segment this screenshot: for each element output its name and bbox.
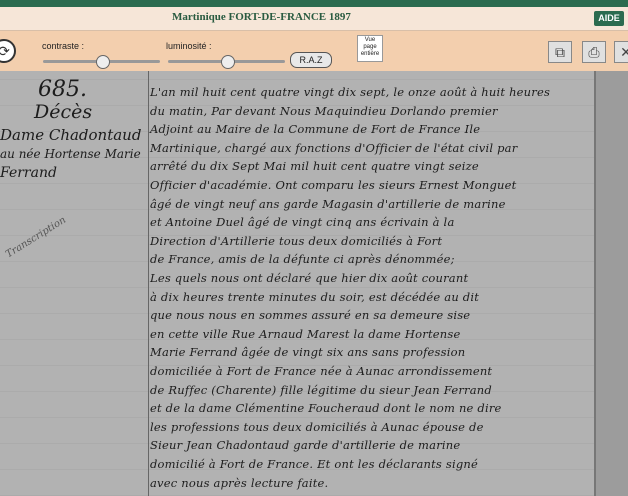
top-stripe [0,0,628,7]
text-line: à dix heures trente minutes du soir, est… [150,289,480,304]
text-line: du matin, Par devant Nous Maquindieu Dor… [150,103,498,118]
text-line: L'an mil huit cent quatre vingt dix sept… [150,85,551,99]
text-line: de Ruffec (Charente) fille légitime du s… [150,382,492,397]
text-line: domiciliée à Fort de France née à Aunac … [150,364,493,378]
text-line: les professions tous deux domiciliés à A… [150,419,484,434]
viewer-toolbar: ⟳ contraste : luminosité : R.A.Z [0,31,628,72]
contrast-label: contraste : [42,41,85,51]
text-line: Marie Ferrand âgée de vingt six ans sans… [150,345,466,360]
contrast-slider[interactable] [43,55,160,69]
margin-name-2: au née Hortense Marie [0,147,141,161]
text-line: domicilié à Fort de France. Et ont les d… [150,457,479,471]
margin-note: Transcription [4,214,69,261]
text-line: Sieur Jean Chadontaud garde d'artillerie… [150,438,461,453]
reset-button[interactable]: R.A.Z [290,52,332,68]
zoom-icon[interactable]: ⧉ [548,41,572,63]
text-line: et de la dame Clémentine Foucheraud dont… [150,401,502,416]
text-line: avec nous après lecture faite. [150,475,329,490]
text-line: âgé de vingt neuf ans garde Magasin d'ar… [150,196,506,211]
close-icon[interactable]: ✕ [614,41,628,63]
margin-rule [148,71,149,496]
rotate-icon[interactable]: ⟳ [0,39,16,63]
full-page-view-label: Vue page entière [360,37,380,57]
text-line: Officier d'académie. Ont comparu les sie… [150,178,517,192]
full-page-view-button[interactable]: Vue page entière [357,35,383,62]
text-line: Direction d'Artillerie tous deux domicil… [150,233,443,248]
help-button[interactable]: AIDE [594,11,624,26]
text-line: de France, amis de la défunte ci après d… [150,252,455,267]
luminosity-slider[interactable] [168,55,285,69]
text-line: Adjoint au Maire de la Commune de Fort d… [150,122,481,137]
text-line: et Antoine Duel âgé de vingt cinq ans éc… [150,215,455,230]
document-image: 685. Décès Dame Chadontaud au née Horten… [0,71,628,496]
text-line: Martinique, chargé aux fonctions d'Offic… [150,140,518,155]
text-line: que nous nous en sommes assuré en sa dem… [150,308,471,323]
margin-name-1: Dame Chadontaud [0,126,142,144]
text-line: en cette ville Rue Arnaud Marest la dame… [150,326,461,341]
adjacent-page [596,71,628,496]
print-icon[interactable]: ⎙ [582,41,606,63]
margin-heading: Décès [34,101,93,123]
page-title: Martinique FORT-DE-FRANCE 1897 [172,11,351,23]
entry-number: 685. [38,77,87,102]
luminosity-slider-knob[interactable] [220,55,235,69]
title-bar: Martinique FORT-DE-FRANCE 1897 AIDE [0,7,628,31]
contrast-slider-knob[interactable] [95,55,110,69]
margin-name-3: Ferrand [0,165,57,181]
luminosity-label: luminosité : [166,41,212,51]
text-line: arrêté du dix Sept Mai mil huit cent qua… [150,159,479,174]
text-line: Les quels nous ont déclaré que hier dix … [150,271,469,285]
